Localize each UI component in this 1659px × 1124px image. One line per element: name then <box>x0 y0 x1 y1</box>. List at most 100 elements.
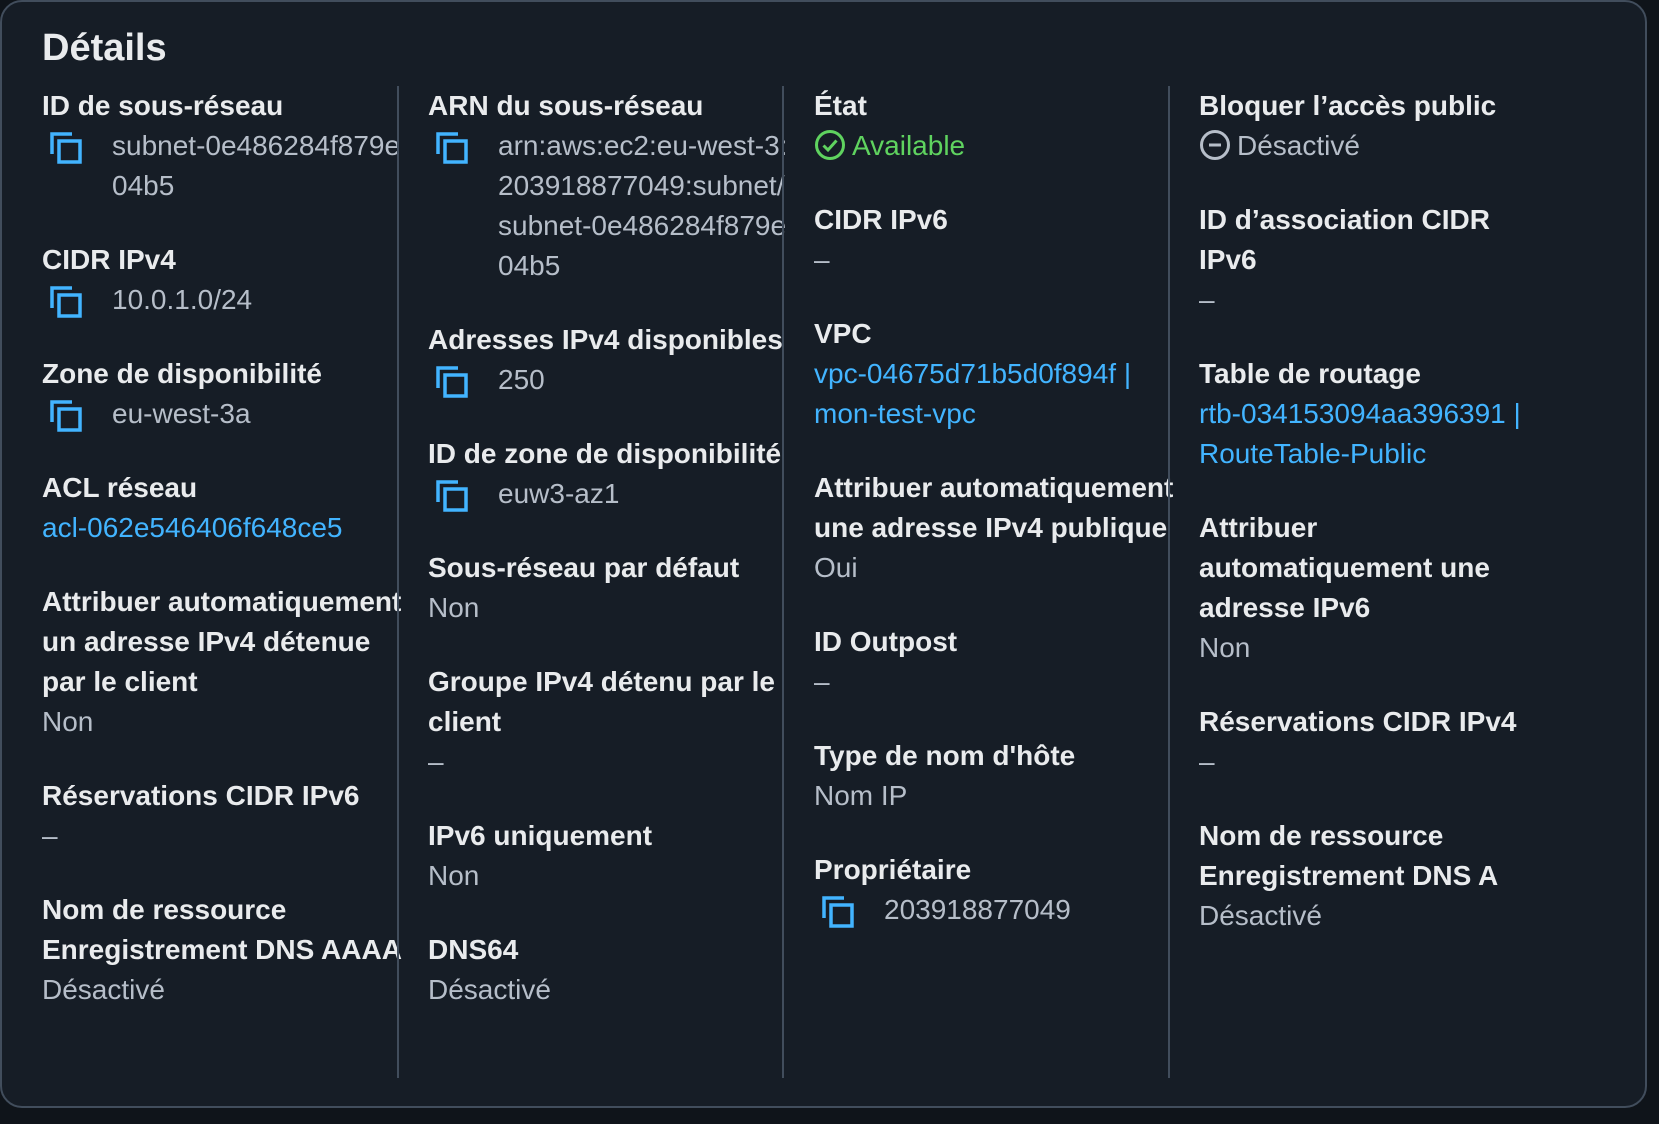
field-id-d-association-cidr-ipv6: ID d’association CIDR IPv6 – <box>1199 200 1539 320</box>
field-label: Réservations CIDR IPv6 <box>42 780 360 811</box>
field-label: Nom de ressource Enregistrement DNS A <box>1199 820 1499 891</box>
field-value: 203918877049 <box>884 894 1071 925</box>
field-link[interactable]: rtb-034153094aa396391 | RouteTable-Publi… <box>1199 394 1539 474</box>
field-dns64: DNS64 Désactivé <box>428 930 798 1010</box>
field-value: – <box>814 244 830 275</box>
copyable-value: 203918877049 <box>814 890 1184 930</box>
column-divider <box>397 86 399 1078</box>
field-label: Adresses IPv4 disponibles <box>428 324 783 355</box>
field-value: Désactivé <box>42 974 165 1005</box>
field-label: Attribuer automatiquement une adresse IP… <box>1199 512 1490 623</box>
field-etat: État Available <box>814 86 1184 166</box>
copy-icon[interactable] <box>820 894 856 930</box>
field-cidr-ipv4: CIDR IPv4 10.0.1.0/24 <box>42 240 412 320</box>
field-label: IPv6 uniquement <box>428 820 653 851</box>
copy-icon[interactable] <box>48 398 84 434</box>
field-attribuer-automatiquement-une-adresse-ipv6: Attribuer automatiquement une adresse IP… <box>1199 508 1539 668</box>
field-label: ID de zone de disponibilité <box>428 438 782 469</box>
status-text: Available <box>852 130 966 161</box>
field-arn-du-sous-reseau: ARN du sous-réseau arn:aws:ec2:eu-west-3:… <box>428 86 798 286</box>
field-value: – <box>1199 746 1215 777</box>
field-value: – <box>428 746 444 777</box>
field-value: Non <box>428 592 480 623</box>
details-panel: Détails ID de sous-réseau subnet-0e486284… <box>0 0 1647 1108</box>
field-label: Attribuer automatiquement une adresse IP… <box>814 472 1174 543</box>
field-ipv6-uniquement: IPv6 uniquement Non <box>428 816 798 896</box>
field-value: Désactivé <box>428 974 551 1005</box>
field-value: Non <box>428 860 480 891</box>
field-value: Non <box>42 706 94 737</box>
minus-circle-icon <box>1200 130 1230 160</box>
field-groupe-ipv4-detenu-par-le-client: Groupe IPv4 détenu par le client – <box>428 662 798 782</box>
field-reservations-cidr-ipv4: Réservations CIDR IPv4 – <box>1199 702 1539 782</box>
details-column-4: Bloquer l’accès public Désactivé ID d’asso… <box>1199 86 1539 970</box>
status-indicator: Available <box>814 126 1184 166</box>
details-column-2: ARN du sous-réseau arn:aws:ec2:eu-west-3:… <box>428 86 798 1044</box>
field-value: euw3-az1 <box>498 478 620 509</box>
field-value: arn:aws:ec2:eu-west-3:203918877049:subne… <box>498 130 788 281</box>
field-attribuer-automatiquement-un-adresse-ipv4-detenue-par-le-client: Attribuer automatiquement un adresse IPv… <box>42 582 412 742</box>
copyable-value: subnet-0e486284f879e04b5 <box>42 126 412 206</box>
field-value: Désactivé <box>1199 900 1322 931</box>
field-label: ID Outpost <box>814 626 958 657</box>
field-value: Non <box>1199 632 1251 663</box>
field-label: VPC <box>814 318 872 349</box>
field-label: ID d’association CIDR IPv6 <box>1199 204 1490 275</box>
field-value: Nom IP <box>814 780 908 811</box>
copyable-value: 10.0.1.0/24 <box>42 280 412 320</box>
field-nom-de-ressource-enregistrement-dns-aaaa: Nom de ressource Enregistrement DNS AAAA… <box>42 890 412 1010</box>
copy-icon[interactable] <box>48 284 84 320</box>
field-label: Propriétaire <box>814 854 972 885</box>
field-label: Réservations CIDR IPv4 <box>1199 706 1517 737</box>
field-id-de-sous-reseau: ID de sous-réseau subnet-0e486284f879e04b… <box>42 86 412 206</box>
field-adresses-ipv4-disponibles: Adresses IPv4 disponibles 250 <box>428 320 798 400</box>
field-link[interactable]: acl-062e546406f648ce5 <box>42 508 412 548</box>
copyable-value: 250 <box>428 360 798 400</box>
field-label: Table de routage <box>1199 358 1421 389</box>
copy-icon[interactable] <box>434 364 470 400</box>
field-label: Zone de disponibilité <box>42 358 322 389</box>
field-label: État <box>814 90 867 121</box>
panel-title: Détails <box>42 27 167 69</box>
field-value: subnet-0e486284f879e04b5 <box>112 130 401 201</box>
copy-icon[interactable] <box>434 478 470 514</box>
field-label: Sous-réseau par défaut <box>428 552 740 583</box>
field-label: ID de sous-réseau <box>42 90 284 121</box>
field-id-outpost: ID Outpost – <box>814 622 1184 702</box>
field-nom-de-ressource-enregistrement-dns-a: Nom de ressource Enregistrement DNS A Dés… <box>1199 816 1539 936</box>
field-label: DNS64 <box>428 934 519 965</box>
field-sous-reseau-par-defaut: Sous-réseau par défaut Non <box>428 548 798 628</box>
check-circle-icon <box>815 130 845 160</box>
field-value: 250 <box>498 364 545 395</box>
field-label: Attribuer automatiquement un adresse IPv… <box>42 586 402 697</box>
copy-icon[interactable] <box>48 130 84 166</box>
field-value: Oui <box>814 552 858 583</box>
status-text: Désactivé <box>1237 130 1360 161</box>
details-column-1: ID de sous-réseau subnet-0e486284f879e04b… <box>42 86 412 1044</box>
field-label: Type de nom d'hôte <box>814 740 1076 771</box>
field-proprietaire: Propriétaire 203918877049 <box>814 850 1184 930</box>
column-divider <box>1168 86 1170 1078</box>
field-value: eu-west-3a <box>112 398 251 429</box>
column-divider <box>782 86 784 1078</box>
field-label: CIDR IPv6 <box>814 204 948 235</box>
field-zone-de-disponibilite: Zone de disponibilité eu-west-3a <box>42 354 412 434</box>
field-value: – <box>42 820 58 851</box>
field-vpc: VPC vpc-04675d71b5d0f894f | mon-test-vpc <box>814 314 1184 434</box>
copyable-value: arn:aws:ec2:eu-west-3:203918877049:subne… <box>428 126 798 286</box>
field-label: Bloquer l’accès public <box>1199 90 1497 121</box>
field-bloquer-l-acces-public: Bloquer l’accès public Désactivé <box>1199 86 1539 166</box>
field-id-de-zone-de-disponibilite: ID de zone de disponibilité euw3-az1 <box>428 434 798 514</box>
field-cidr-ipv6: CIDR IPv6 – <box>814 200 1184 280</box>
field-value: – <box>1199 284 1215 315</box>
copyable-value: eu-west-3a <box>42 394 412 434</box>
field-value: 10.0.1.0/24 <box>112 284 253 315</box>
field-table-de-routage: Table de routage rtb-034153094aa396391 | … <box>1199 354 1539 474</box>
field-acl-reseau: ACL réseau acl-062e546406f648ce5 <box>42 468 412 548</box>
copy-icon[interactable] <box>434 130 470 166</box>
field-attribuer-automatiquement-une-adresse-ipv4-publique: Attribuer automatiquement une adresse IP… <box>814 468 1184 588</box>
status-indicator: Désactivé <box>1199 126 1539 166</box>
field-label: CIDR IPv4 <box>42 244 176 275</box>
field-link[interactable]: vpc-04675d71b5d0f894f | mon-test-vpc <box>814 354 1184 434</box>
field-label: ACL réseau <box>42 472 198 503</box>
